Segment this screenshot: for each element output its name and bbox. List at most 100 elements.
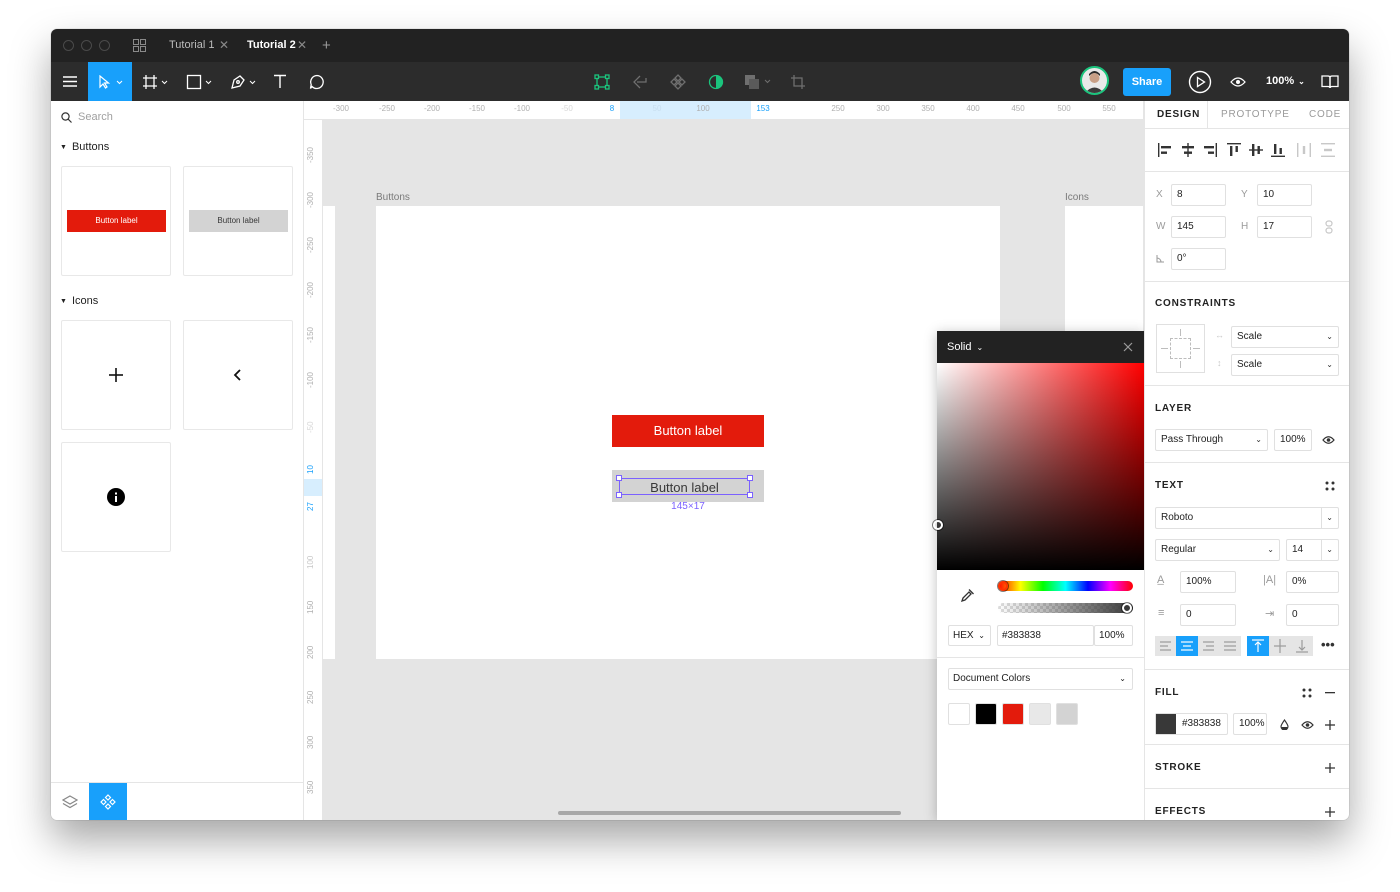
grid-icon[interactable] [131,29,147,62]
more-options-icon[interactable]: ••• [1321,637,1335,652]
align-bottom-icon[interactable] [1270,142,1286,158]
selected-text-layer[interactable]: Button label [619,478,750,495]
resize-handle[interactable] [747,492,753,498]
minimize-window-button[interactable] [81,40,92,51]
close-window-button[interactable] [63,40,74,51]
assets-components-icon[interactable] [89,783,127,820]
vertical-constraint-select[interactable]: Scale ⌄ [1231,354,1339,376]
add-stroke-icon[interactable] [1325,763,1335,773]
rotation-input[interactable]: 0° [1171,248,1226,270]
letter-spacing-input[interactable]: 0% [1286,571,1339,593]
text-tool-icon[interactable] [271,62,289,101]
tab-design[interactable]: DESIGN [1157,101,1200,129]
eye-icon[interactable] [1322,435,1335,445]
new-tab-button[interactable]: + [322,29,331,62]
color-knob[interactable] [933,520,943,530]
frame-label-buttons[interactable]: Buttons [376,192,410,203]
hex-input[interactable]: #383838 [997,625,1094,646]
asset-card-secondary-button[interactable]: Button label [183,166,293,276]
comment-tool-icon[interactable] [308,62,326,101]
opacity-input[interactable]: 100% [1094,625,1133,646]
fill-color-swatch[interactable] [1156,714,1176,734]
color-library-select[interactable]: Document Colors ⌄ [948,668,1133,690]
component-edit-icon[interactable] [591,62,613,101]
x-input[interactable]: 8 [1171,184,1226,206]
resize-handle[interactable] [616,492,622,498]
distribute-horizontal-icon[interactable] [1296,142,1312,158]
resize-handle[interactable] [616,475,622,481]
text-align-center-icon[interactable] [1176,636,1198,656]
move-tool-button[interactable] [88,62,132,101]
tab-close-icon[interactable]: ✕ [297,29,307,62]
vertical-align-middle-icon[interactable] [1269,636,1291,656]
align-right-icon[interactable] [1202,142,1218,158]
hue-slider[interactable] [998,581,1133,591]
constraint-top-line[interactable] [1180,329,1181,336]
vertical-align-bottom-icon[interactable] [1291,636,1313,656]
maximize-window-button[interactable] [99,40,110,51]
align-left-icon[interactable] [1157,142,1173,158]
secondary-button[interactable]: Button label [612,470,764,502]
constraints-widget[interactable] [1156,324,1205,373]
distribute-vertical-icon[interactable] [1320,142,1336,158]
color-swatch-light-gray[interactable] [1029,703,1051,725]
fill-type-dropdown[interactable]: Solid ⌄ [947,341,983,353]
asset-card-primary-button[interactable]: Button label [61,166,171,276]
tab-tutorial-2[interactable]: Tutorial 2 [247,29,296,62]
layer-opacity-input[interactable]: 100% [1274,429,1312,451]
boolean-icon[interactable] [743,62,775,101]
add-fill-icon[interactable] [1325,720,1335,730]
width-input[interactable]: 145 [1171,216,1226,238]
remove-fill-icon[interactable] [1325,692,1335,694]
user-avatar[interactable] [1080,66,1109,95]
frame-tool-icon[interactable] [139,62,173,101]
horizontal-constraint-select[interactable]: Scale ⌄ [1231,326,1339,348]
close-icon[interactable] [1123,342,1133,352]
saturation-value-area[interactable] [937,363,1144,570]
horizontal-scrollbar[interactable] [558,811,901,815]
align-horizontal-center-icon[interactable] [1180,142,1196,158]
paragraph-spacing-input[interactable]: 0 [1180,604,1236,626]
color-swatch-red[interactable] [1002,703,1024,725]
line-height-input[interactable]: 100% [1180,571,1236,593]
opacity-slider[interactable] [998,603,1133,613]
asset-card-back-icon[interactable] [183,320,293,430]
color-format-select[interactable]: HEX ⌄ [948,625,991,646]
blend-mode-select[interactable]: Pass Through ⌄ [1155,429,1268,451]
zoom-level[interactable]: 100% ⌄ [1266,62,1305,101]
align-top-icon[interactable] [1226,142,1242,158]
offscreen-frame[interactable] [323,206,335,659]
font-weight-select[interactable]: Regular ⌄ [1155,539,1280,561]
create-component-icon[interactable] [667,62,689,101]
resize-handle[interactable] [747,475,753,481]
eye-icon[interactable] [1301,720,1314,730]
asset-card-plus-icon[interactable] [61,320,171,430]
opacity-knob[interactable] [1122,603,1132,613]
detach-icon[interactable] [629,62,651,101]
align-vertical-center-icon[interactable] [1248,142,1264,158]
y-input[interactable]: 10 [1257,184,1312,206]
text-align-justify-icon[interactable] [1219,636,1241,656]
text-align-right-icon[interactable] [1198,636,1219,656]
tab-close-icon[interactable]: ✕ [219,29,229,62]
search-input[interactable]: Search [61,111,113,123]
text-align-left-icon[interactable] [1155,636,1176,656]
menu-icon[interactable] [51,62,88,101]
section-icons[interactable]: ▼ Icons [60,295,98,307]
add-effect-icon[interactable] [1325,807,1335,817]
share-button[interactable]: Share [1123,68,1171,96]
tab-prototype[interactable]: PROTOTYPE [1221,101,1290,129]
constraint-bottom-line[interactable] [1180,361,1181,368]
height-input[interactable]: 17 [1257,216,1312,238]
asset-card-info-icon[interactable] [61,442,171,552]
library-book-icon[interactable] [1319,62,1341,101]
crop-icon[interactable] [787,62,809,101]
hue-knob[interactable] [998,581,1008,591]
mask-icon[interactable] [705,62,727,101]
present-play-icon[interactable] [1187,62,1213,101]
section-buttons[interactable]: ▼ Buttons [60,141,109,153]
fill-opacity-input[interactable]: 100% [1233,713,1267,735]
constraint-right-line[interactable] [1193,348,1200,349]
eyedropper-icon[interactable] [960,587,974,603]
font-family-select[interactable]: Roboto ⌄ [1155,507,1339,529]
